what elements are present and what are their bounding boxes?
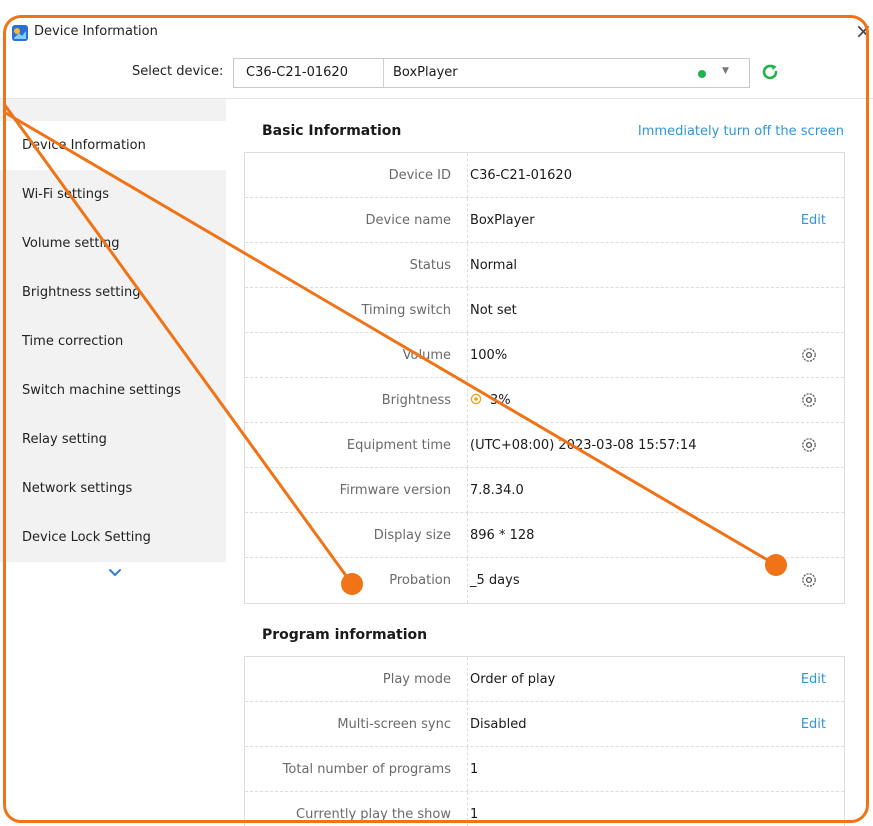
refresh-icon[interactable] <box>759 61 781 83</box>
row-label: Multi-screen sync <box>337 717 451 732</box>
equipment-time-value: (UTC+08:00) 2023-03-08 15:57:14 <box>470 438 697 453</box>
firmware-version-value: 7.8.34.0 <box>470 483 524 498</box>
table-row: Display size 896 * 128 <box>245 513 844 558</box>
table-row: Status Normal <box>245 243 844 288</box>
row-label: Timing switch <box>361 303 451 318</box>
table-row: Timing switch Not set <box>245 288 844 333</box>
row-divider <box>467 792 468 826</box>
status-value: Normal <box>470 258 518 273</box>
program-information-table: Play mode Order of play Edit Multi-scree… <box>244 656 845 826</box>
row-divider <box>467 558 468 603</box>
row-label: Equipment time <box>346 438 451 453</box>
sidebar-item-device-lock-setting[interactable]: Device Lock Setting <box>0 513 226 562</box>
table-row: Multi-screen sync Disabled Edit <box>245 702 844 747</box>
equipment-time-gear-icon[interactable] <box>801 437 817 453</box>
table-row: Probation _5 days <box>245 558 844 603</box>
device-information-window: Device Information × Select device: C36-… <box>0 0 873 826</box>
row-label: Status <box>409 258 451 273</box>
sidebar-item-device-information[interactable]: Device Information <box>0 121 226 170</box>
probation-value: _5 days <box>470 573 520 588</box>
play-mode-value: Order of play <box>470 672 556 687</box>
selected-device-id: C36-C21-01620 <box>246 65 348 80</box>
row-label: Device ID <box>388 168 451 183</box>
current-show-value: 1 <box>470 807 479 822</box>
sidebar-item-relay-setting[interactable]: Relay setting <box>0 415 226 464</box>
row-label: Volume <box>402 348 451 363</box>
online-status-dot <box>698 70 706 78</box>
row-divider <box>467 513 468 558</box>
table-row: Equipment time (UTC+08:00) 2023-03-08 15… <box>245 423 844 468</box>
multi-screen-sync-value: Disabled <box>470 717 527 732</box>
device-id-value: C36-C21-01620 <box>470 168 572 183</box>
sidebar-item-switch-machine-settings[interactable]: Switch machine settings <box>0 366 226 415</box>
basic-information-title: Basic Information <box>262 123 402 139</box>
row-divider <box>467 333 468 378</box>
sidebar-item-time-correction[interactable]: Time correction <box>0 317 226 366</box>
close-button[interactable]: × <box>855 18 872 44</box>
sidebar-item-wifi-settings[interactable]: Wi-Fi settings <box>0 170 226 219</box>
edit-play-mode-button[interactable]: Edit <box>801 657 826 702</box>
volume-gear-icon[interactable] <box>801 347 817 363</box>
row-divider <box>467 468 468 513</box>
row-divider <box>467 288 468 333</box>
device-select-dropdown[interactable]: C36-C21-01620 BoxPlayer ▼ <box>233 58 750 88</box>
dropdown-arrow-icon[interactable]: ▼ <box>722 66 729 76</box>
device-name-value: BoxPlayer <box>470 213 535 228</box>
row-divider <box>467 423 468 468</box>
row-divider <box>467 378 468 423</box>
program-information-title: Program information <box>262 627 428 643</box>
row-divider <box>467 153 468 198</box>
sidebar-item-network-settings[interactable]: Network settings <box>0 464 226 513</box>
window-title: Device Information <box>34 24 158 39</box>
selected-device-name: BoxPlayer <box>393 65 458 80</box>
table-row: Volume 100% <box>245 333 844 378</box>
brightness-value: 3% <box>490 393 511 408</box>
edit-multi-screen-sync-button[interactable]: Edit <box>801 702 826 747</box>
table-row: Play mode Order of play Edit <box>245 657 844 702</box>
table-row: Firmware version 7.8.34.0 <box>245 468 844 513</box>
timing-switch-value: Not set <box>470 303 517 318</box>
table-row: Device name BoxPlayer Edit <box>245 198 844 243</box>
app-logo-icon <box>12 25 28 41</box>
brightness-value-wrap: 3% <box>470 378 511 423</box>
row-divider <box>467 747 468 792</box>
table-row: Device ID C36-C21-01620 <box>245 153 844 198</box>
row-label: Play mode <box>382 672 451 687</box>
settings-sidebar: Device Information Wi-Fi settings Volume… <box>0 99 226 562</box>
turn-off-screen-link[interactable]: Immediately turn off the screen <box>638 124 844 139</box>
table-row: Total number of programs 1 <box>245 747 844 792</box>
row-label: Probation <box>389 573 451 588</box>
row-divider <box>467 657 468 702</box>
row-divider <box>467 198 468 243</box>
row-label: Brightness <box>381 393 451 408</box>
display-size-value: 896 * 128 <box>470 528 535 543</box>
row-label: Total number of programs <box>282 762 451 777</box>
row-label: Firmware version <box>339 483 451 498</box>
table-row: Brightness 3% <box>245 378 844 423</box>
edit-device-name-button[interactable]: Edit <box>801 198 826 243</box>
sidebar-item-volume-setting[interactable]: Volume setting <box>0 219 226 268</box>
title-bar: Device Information × <box>0 16 873 50</box>
basic-information-table: Device ID C36-C21-01620 Device name BoxP… <box>244 152 845 604</box>
probation-gear-icon[interactable] <box>801 572 817 588</box>
select-divider <box>383 59 384 87</box>
table-row: Currently play the show 1 <box>245 792 844 826</box>
brightness-sun-icon <box>470 393 482 405</box>
select-device-label: Select device: <box>132 64 224 79</box>
total-programs-value: 1 <box>470 762 479 777</box>
sidebar-item-brightness-setting[interactable]: Brightness setting <box>0 268 226 317</box>
chevron-down-icon[interactable] <box>108 566 122 580</box>
row-divider <box>467 702 468 747</box>
row-divider <box>467 243 468 288</box>
row-label: Currently play the show <box>296 807 451 822</box>
volume-value: 100% <box>470 348 508 363</box>
row-label: Device name <box>365 213 451 228</box>
row-label: Display size <box>373 528 451 543</box>
brightness-gear-icon[interactable] <box>801 392 817 408</box>
